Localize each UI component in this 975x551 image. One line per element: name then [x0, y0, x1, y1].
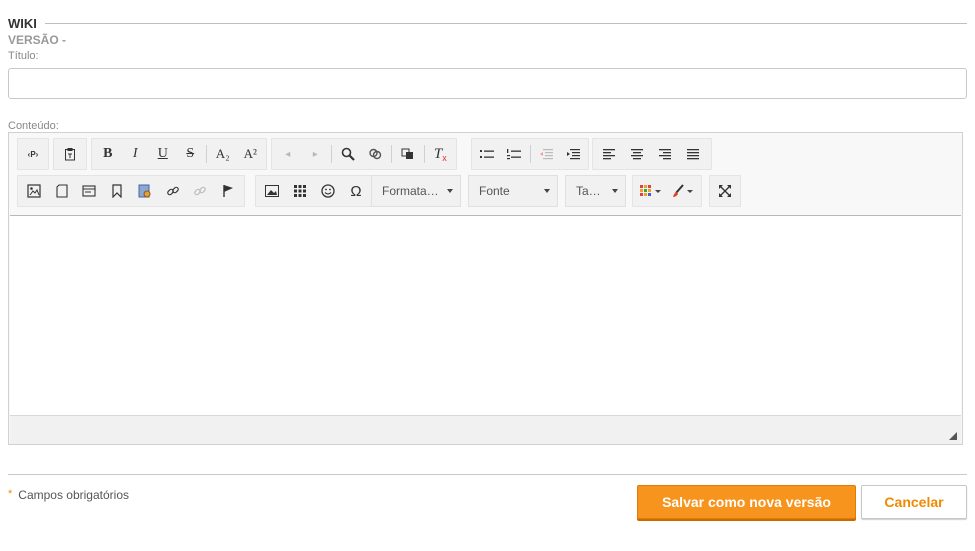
underline-icon[interactable]: U — [149, 141, 177, 167]
align-left-icon[interactable] — [595, 141, 623, 167]
toolbar-group-align — [592, 138, 712, 170]
redo-icon[interactable]: ▸ — [302, 141, 330, 167]
title-input[interactable] — [8, 68, 967, 99]
toolbar-group-insert — [17, 175, 245, 207]
toolbar-group-colors — [632, 175, 702, 207]
save-new-version-button[interactable]: Salvar como nova versão — [637, 485, 856, 519]
font-dropdown[interactable]: Fonte — [468, 175, 558, 207]
font-dropdown-label: Fonte — [479, 184, 510, 198]
section-legend: WIKI — [8, 15, 967, 31]
bold-icon[interactable]: B — [94, 141, 122, 167]
unlink-icon[interactable] — [187, 178, 215, 204]
toolbar-separator — [331, 145, 333, 163]
text-color-icon[interactable] — [635, 178, 667, 204]
bulleted-list-icon[interactable] — [474, 141, 501, 167]
resize-handle-icon[interactable] — [949, 432, 957, 440]
align-center-icon[interactable] — [623, 141, 651, 167]
content-label: Conteúdo: — [8, 120, 59, 132]
toolbar-group-paragraph — [471, 138, 589, 170]
insert-image-icon[interactable] — [258, 178, 286, 204]
toolbar-separator — [529, 145, 531, 163]
maximize-icon[interactable] — [712, 178, 738, 204]
image-icon[interactable] — [20, 178, 48, 204]
cancel-button[interactable]: Cancelar — [861, 485, 967, 519]
version-label: VERSÃO - — [8, 33, 67, 47]
anchor-icon[interactable] — [103, 178, 131, 204]
chevron-down-icon — [612, 189, 618, 193]
link-icon[interactable] — [159, 178, 187, 204]
strike-icon[interactable]: S — [177, 141, 205, 167]
find-icon[interactable] — [334, 141, 362, 167]
chevron-down-icon — [544, 189, 550, 193]
toolbar-group-basicstyles: B I U S A₂ A² — [91, 138, 267, 170]
media-icon[interactable] — [131, 178, 159, 204]
editor-toolbar: ‹P› B I U S A₂ A² ◂ ▸ T x Ω Formata… Fon… — [9, 133, 962, 215]
source-icon[interactable]: ‹P› — [20, 141, 46, 167]
footer-divider — [8, 474, 967, 475]
toolbar-group-tools — [709, 175, 741, 207]
required-fields-note: * Campos obrigatórios — [8, 488, 129, 502]
smiley-icon[interactable] — [314, 178, 342, 204]
required-marker: * — [8, 488, 13, 500]
special-char-icon[interactable]: Ω — [342, 178, 370, 204]
subscript-icon[interactable]: A₂ — [209, 141, 237, 167]
superscript-icon[interactable]: A² — [236, 141, 264, 167]
title-label: Título: — [8, 50, 39, 62]
section-title: WIKI — [8, 15, 37, 31]
toolbar-group-source: ‹P› — [17, 138, 49, 170]
toolbar-separator — [391, 145, 393, 163]
required-fields-text: Campos obrigatórios — [18, 488, 129, 502]
table-icon[interactable] — [286, 178, 314, 204]
flag-icon[interactable] — [214, 178, 242, 204]
toolbar-separator — [206, 145, 207, 163]
indent-icon[interactable] — [559, 141, 586, 167]
editor-content-area[interactable] — [10, 215, 961, 416]
align-right-icon[interactable] — [651, 141, 679, 167]
format-dropdown[interactable]: Formata… — [371, 175, 461, 207]
editor-status-bar — [10, 416, 961, 444]
toolbar-group-objects: Ω — [255, 175, 373, 207]
rich-text-editor: ‹P› B I U S A₂ A² ◂ ▸ T x Ω Formata… Fon… — [8, 132, 963, 445]
select-all-icon[interactable] — [394, 141, 422, 167]
remove-format-icon[interactable]: Tx — [427, 141, 455, 167]
size-dropdown-label: Ta… — [576, 184, 601, 198]
templates-icon[interactable] — [76, 178, 104, 204]
toolbar-group-editing: ◂ ▸ Tx — [271, 138, 457, 170]
chevron-down-icon — [447, 189, 453, 193]
toolbar-separator — [423, 145, 425, 163]
background-color-icon[interactable] — [667, 178, 699, 204]
size-dropdown[interactable]: Ta… — [565, 175, 626, 207]
format-dropdown-label: Formata… — [382, 184, 439, 198]
numbered-list-icon[interactable] — [501, 141, 528, 167]
paste-text-icon[interactable] — [56, 141, 84, 167]
replace-icon[interactable] — [362, 141, 390, 167]
new-page-icon[interactable] — [48, 178, 76, 204]
legend-divider — [44, 22, 967, 24]
undo-icon[interactable]: ◂ — [274, 141, 302, 167]
toolbar-group-clipboard — [53, 138, 87, 170]
justify-icon[interactable] — [679, 141, 707, 167]
italic-icon[interactable]: I — [122, 141, 150, 167]
outdent-icon[interactable] — [532, 141, 559, 167]
